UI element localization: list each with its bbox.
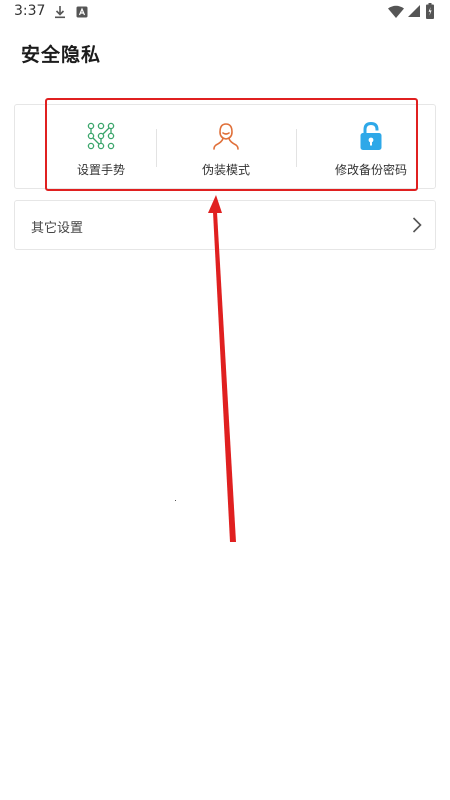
status-bar: 3:37 bbox=[0, 0, 450, 26]
person-outline-icon bbox=[213, 123, 239, 150]
set-gesture-label: 设置手势 bbox=[76, 163, 125, 177]
chevron-right-icon bbox=[412, 217, 422, 233]
disguise-mode-label: 伪装模式 bbox=[201, 163, 250, 177]
lock-icon bbox=[360, 121, 382, 150]
other-settings-label: 其它设置 bbox=[31, 221, 84, 236]
stray-dot bbox=[175, 500, 176, 501]
set-gesture-button[interactable]: 设置手势 bbox=[48, 105, 154, 190]
download-icon bbox=[55, 6, 65, 19]
change-backup-password-button[interactable]: 修改备份密码 bbox=[311, 105, 431, 190]
wifi-icon bbox=[388, 5, 404, 18]
status-time: 3:37 bbox=[14, 3, 46, 19]
signal-icon bbox=[408, 5, 420, 17]
other-settings-row[interactable]: 其它设置 bbox=[14, 200, 436, 250]
gesture-pattern-icon bbox=[87, 122, 115, 150]
option-divider bbox=[156, 129, 157, 167]
page-title: 安全隐私 bbox=[21, 44, 102, 66]
battery-icon bbox=[426, 3, 434, 19]
change-backup-password-label: 修改备份密码 bbox=[334, 163, 407, 177]
security-options-card: 设置手势 伪装模式 修改备份密码 bbox=[14, 104, 436, 189]
app-notification-icon bbox=[76, 6, 88, 18]
option-divider bbox=[296, 129, 297, 167]
disguise-mode-button[interactable]: 伪装模式 bbox=[173, 105, 279, 190]
